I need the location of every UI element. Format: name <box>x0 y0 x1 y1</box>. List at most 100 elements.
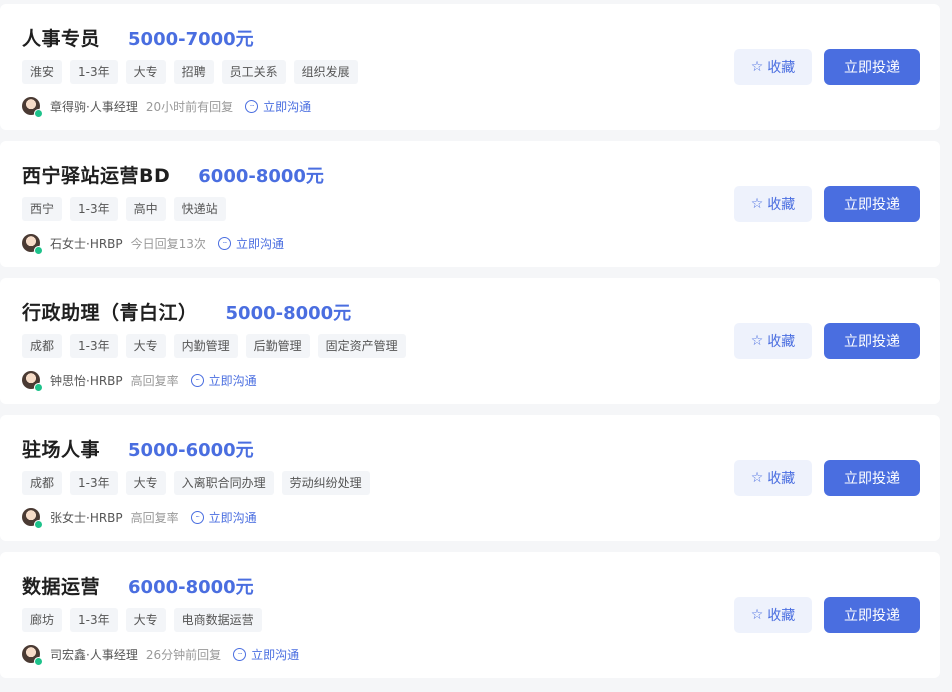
job-tag: 入离职合同办理 <box>173 471 274 495</box>
favorite-button[interactable]: ☆ 收藏 <box>734 460 812 496</box>
chat-now-link[interactable]: ··· 立即沟通 <box>190 372 257 389</box>
chat-now-label: 立即沟通 <box>208 373 257 388</box>
salary: 6000-8000元 <box>198 166 324 187</box>
job-tag: 招聘 <box>173 60 214 84</box>
recruiter-info: 张女士·HRBP 高回复率 ··· 立即沟通 <box>22 508 257 529</box>
tag-list: 淮安 1-3年 大专 招聘 员工关系 组织发展 <box>22 60 358 84</box>
avatar[interactable] <box>22 508 43 529</box>
recruiter-info: 石女士·HRBP 今日回复13次 ··· 立即沟通 <box>22 234 284 255</box>
recruiter-name: 章得驹·人事经理 <box>50 99 138 114</box>
job-title[interactable]: 人事专员 <box>22 24 100 51</box>
favorite-button[interactable]: ☆ 收藏 <box>734 323 812 359</box>
reply-status: 高回复率 <box>130 373 179 388</box>
recruiter-info: 钟思怡·HRBP 高回复率 ··· 立即沟通 <box>22 371 257 392</box>
recruiter-name: 张女士·HRBP <box>50 510 123 525</box>
favorite-button[interactable]: ☆ 收藏 <box>734 597 812 633</box>
star-outline-icon: ☆ <box>750 59 764 75</box>
chat-now-link[interactable]: ··· 立即沟通 <box>233 646 299 663</box>
avatar[interactable] <box>22 97 43 118</box>
job-tag: 大专 <box>125 334 166 358</box>
salary: 6000-8000元 <box>128 577 254 598</box>
online-status-icon <box>34 383 43 392</box>
online-status-icon <box>34 246 43 255</box>
favorite-label: 收藏 <box>767 197 796 213</box>
apply-label: 立即投递 <box>844 60 900 76</box>
chat-now-label: 立即沟通 <box>263 99 312 114</box>
job-tag: 成都 <box>22 334 63 358</box>
avatar[interactable] <box>22 645 43 666</box>
job-tag: 成都 <box>22 471 63 495</box>
online-status-icon <box>34 657 43 666</box>
job-card[interactable]: 驻场人事 5000-6000元 成都 1-3年 大专 入离职合同办理 劳动纠纷处理 张女… <box>0 415 940 541</box>
job-tag: 电商数据运营 <box>173 608 262 632</box>
apply-button[interactable]: 立即投递 <box>824 186 920 222</box>
recruiter-info: 章得驹·人事经理 20小时前有回复 ··· 立即沟通 <box>22 97 311 118</box>
salary: 5000-8000元 <box>225 303 352 324</box>
salary: 5000-7000元 <box>128 29 254 50</box>
job-tag: 1-3年 <box>70 60 118 84</box>
chat-now-link[interactable]: ··· 立即沟通 <box>190 509 257 526</box>
job-header: 驻场人事 5000-6000元 <box>22 435 254 462</box>
job-title[interactable]: 数据运营 <box>22 572 100 599</box>
favorite-label: 收藏 <box>767 608 796 624</box>
apply-button[interactable]: 立即投递 <box>824 597 920 633</box>
job-tag: 员工关系 <box>221 60 286 84</box>
job-tag: 廊坊 <box>22 608 63 632</box>
job-card[interactable]: 西宁驿站运营BD 6000-8000元 西宁 1-3年 高中 快递站 石女士·HRBP… <box>0 141 940 267</box>
job-tag: 固定资产管理 <box>317 334 406 358</box>
job-title[interactable]: 行政助理（青白江） <box>22 298 198 325</box>
chat-now-link[interactable]: ··· 立即沟通 <box>245 98 311 115</box>
reply-status: 高回复率 <box>130 510 179 525</box>
reply-status: 20小时前有回复 <box>145 99 234 114</box>
job-tag: 1-3年 <box>70 608 118 632</box>
job-title[interactable]: 驻场人事 <box>22 435 100 462</box>
job-tag: 快递站 <box>173 197 226 221</box>
apply-button[interactable]: 立即投递 <box>824 460 920 496</box>
recruiter-name: 钟思怡·HRBP <box>50 373 123 388</box>
job-header: 数据运营 6000-8000元 <box>22 572 254 599</box>
job-tag: 大专 <box>125 471 166 495</box>
star-outline-icon: ☆ <box>750 196 764 212</box>
job-title[interactable]: 西宁驿站运营BD <box>22 161 170 188</box>
apply-button[interactable]: 立即投递 <box>824 323 920 359</box>
tag-list: 成都 1-3年 大专 内勤管理 后勤管理 固定资产管理 <box>22 334 406 358</box>
favorite-button[interactable]: ☆ 收藏 <box>734 49 812 85</box>
star-outline-icon: ☆ <box>750 607 764 623</box>
job-tag: 淮安 <box>22 60 63 84</box>
apply-button[interactable]: 立即投递 <box>824 49 920 85</box>
favorite-button[interactable]: ☆ 收藏 <box>734 186 812 222</box>
job-header: 行政助理（青白江） 5000-8000元 <box>22 298 351 325</box>
favorite-label: 收藏 <box>767 60 796 76</box>
job-tag: 1-3年 <box>70 334 118 358</box>
job-tag: 劳动纠纷处理 <box>281 471 370 495</box>
recruiter-name: 石女士·HRBP <box>50 236 123 251</box>
job-card[interactable]: 人事专员 5000-7000元 淮安 1-3年 大专 招聘 员工关系 组织发展 章得驹·人… <box>0 4 940 130</box>
avatar[interactable] <box>22 371 43 392</box>
chat-now-label: 立即沟通 <box>235 236 284 251</box>
tag-list: 成都 1-3年 大专 入离职合同办理 劳动纠纷处理 <box>22 471 370 495</box>
reply-status: 今日回复13次 <box>130 236 206 251</box>
avatar[interactable] <box>22 234 43 255</box>
online-status-icon <box>34 520 43 529</box>
reply-status: 26分钟前回复 <box>145 647 222 662</box>
job-card[interactable]: 数据运营 6000-8000元 廊坊 1-3年 大专 电商数据运营 司宏鑫·人事经理 … <box>0 552 940 678</box>
job-tag: 高中 <box>125 197 166 221</box>
chat-bubble-icon: ··· <box>190 510 204 524</box>
job-header: 西宁驿站运营BD 6000-8000元 <box>22 161 324 188</box>
favorite-label: 收藏 <box>767 334 796 350</box>
salary: 5000-6000元 <box>128 440 254 461</box>
apply-label: 立即投递 <box>844 197 900 213</box>
recruiter-name: 司宏鑫·人事经理 <box>50 647 138 662</box>
chat-bubble-icon: ··· <box>233 647 247 661</box>
job-tag: 大专 <box>125 608 166 632</box>
favorite-label: 收藏 <box>767 471 796 487</box>
chat-now-link[interactable]: ··· 立即沟通 <box>217 235 284 252</box>
tag-list: 西宁 1-3年 高中 快递站 <box>22 197 226 221</box>
tag-list: 廊坊 1-3年 大专 电商数据运营 <box>22 608 262 632</box>
job-list: 人事专员 5000-7000元 淮安 1-3年 大专 招聘 员工关系 组织发展 章得驹·人… <box>0 0 952 692</box>
job-tag: 组织发展 <box>293 60 358 84</box>
job-card[interactable]: 行政助理（青白江） 5000-8000元 成都 1-3年 大专 内勤管理 后勤管理 固定资… <box>0 278 940 404</box>
job-tag: 后勤管理 <box>245 334 310 358</box>
job-tag: 内勤管理 <box>173 334 238 358</box>
job-tag: 大专 <box>125 60 166 84</box>
